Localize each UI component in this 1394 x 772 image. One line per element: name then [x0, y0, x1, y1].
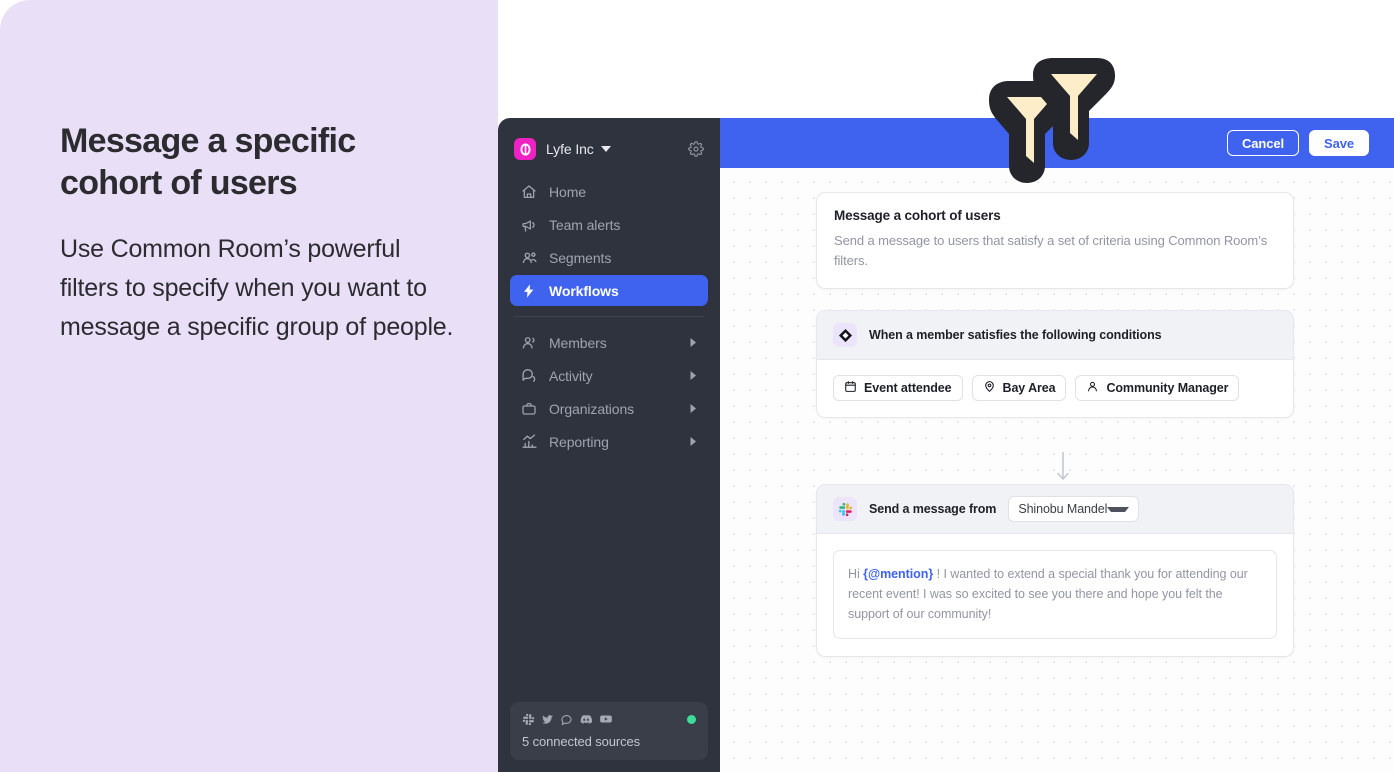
- sidebar-item-label: Organizations: [549, 400, 635, 417]
- workflow-description: Send a message to users that satisfy a s…: [834, 233, 1268, 268]
- trigger-card: When a member satisfies the following co…: [816, 310, 1294, 418]
- youtube-icon: [599, 712, 613, 726]
- arrow-down-icon: [1055, 451, 1071, 482]
- sidebar-item-label: Reporting: [549, 433, 609, 450]
- chevron-right-icon: [689, 436, 698, 447]
- sidebar-item-reporting[interactable]: Reporting: [510, 426, 708, 457]
- filter-chip-bay-area[interactable]: Bay Area: [971, 375, 1067, 401]
- filter-chip-event-attendee[interactable]: Event attendee: [833, 375, 963, 401]
- trigger-header: When a member satisfies the following co…: [817, 311, 1293, 360]
- chevron-down-icon: [1107, 506, 1130, 512]
- app-window: Lyfe Inc Home Team alerts Segments Workf…: [498, 118, 1394, 772]
- sidebar-item-label: Segments: [549, 249, 612, 266]
- sidebar-divider: [514, 316, 704, 317]
- workflow-canvas: Message a cohort of users Send a message…: [720, 168, 1394, 772]
- people-group-icon: [520, 249, 538, 267]
- main-content: Cancel Save Message a cohort of users Se…: [720, 118, 1394, 772]
- sidebar-item-label: Team alerts: [549, 216, 621, 233]
- sender-select-value: Shinobu Mandel: [1018, 502, 1108, 516]
- action-card: Send a message from Shinobu Mandel Hi {@…: [816, 484, 1294, 657]
- connected-sources-icons: [522, 712, 696, 726]
- twitter-icon: [541, 713, 554, 726]
- slack-icon: [833, 497, 857, 521]
- slack-icon: [522, 713, 535, 726]
- sidebar-item-organizations[interactable]: Organizations: [510, 393, 708, 424]
- online-status-dot: [687, 714, 696, 724]
- sidebar-item-team-alerts[interactable]: Team alerts: [510, 209, 708, 240]
- sidebar-item-segments[interactable]: Segments: [510, 242, 708, 273]
- location-pin-icon: [983, 380, 996, 396]
- sidebar-item-workflows[interactable]: Workflows: [510, 275, 708, 306]
- promo-panel: Message a specific cohort of users Use C…: [0, 0, 498, 772]
- trigger-title: When a member satisfies the following co…: [869, 328, 1162, 342]
- users-icon: [520, 334, 538, 352]
- chat-bubbles-icon: [520, 367, 538, 385]
- diamond-trigger-icon: [833, 323, 857, 347]
- calendar-icon: [844, 380, 857, 396]
- chat-icon: [560, 713, 573, 726]
- chevron-right-icon: [689, 403, 698, 414]
- sidebar-secondary-nav: Members Activity Organizations Reporting: [498, 327, 720, 457]
- promo-content: Message a specific cohort of users Use C…: [60, 120, 460, 347]
- sidebar-item-members[interactable]: Members: [510, 327, 708, 358]
- lyfe-inc-logo: [514, 138, 536, 160]
- chevron-right-icon: [689, 337, 698, 348]
- cancel-button[interactable]: Cancel: [1227, 130, 1300, 156]
- chevron-right-icon: [689, 370, 698, 381]
- workflow-header-card: Message a cohort of users Send a message…: [816, 192, 1294, 289]
- sidebar-item-label: Activity: [549, 367, 593, 384]
- page-root: Message a specific cohort of users Use C…: [0, 0, 1394, 772]
- sidebar-item-label: Home: [549, 183, 586, 200]
- sender-select[interactable]: Shinobu Mandel: [1008, 496, 1140, 522]
- filter-chip-label: Bay Area: [1002, 381, 1056, 395]
- home-icon: [520, 183, 538, 201]
- chevron-down-icon: [600, 146, 611, 152]
- megaphone-icon: [520, 216, 538, 234]
- sidebar-item-home[interactable]: Home: [510, 176, 708, 207]
- message-body-input[interactable]: Hi {@mention} ! I wanted to extend a spe…: [833, 550, 1277, 639]
- workspace-name: Lyfe Inc: [546, 141, 594, 157]
- sidebar-primary-nav: Home Team alerts Segments Workflows: [498, 176, 720, 306]
- workspace-switcher[interactable]: Lyfe Inc: [510, 132, 708, 166]
- gear-icon[interactable]: [688, 141, 704, 157]
- filter-chip-label: Event attendee: [864, 381, 952, 395]
- promo-body: Use Common Room’s powerful filters to sp…: [60, 235, 454, 341]
- action-title: Send a message from: [869, 502, 997, 516]
- sidebar-item-label: Members: [549, 334, 607, 351]
- briefcase-icon: [520, 400, 538, 418]
- person-icon: [1086, 380, 1099, 396]
- lightning-bolt-icon: [520, 282, 538, 300]
- connected-sources-card[interactable]: 5 connected sources: [510, 702, 708, 760]
- connected-sources-label: 5 connected sources: [522, 734, 641, 749]
- promo-title: Message a specific cohort of users: [60, 122, 356, 202]
- save-button[interactable]: Save: [1309, 130, 1369, 156]
- action-header: Send a message from Shinobu Mandel: [817, 485, 1293, 534]
- filter-chips-row: Event attendee Bay Area Community Manage…: [817, 360, 1293, 417]
- bar-chart-icon: [520, 433, 538, 451]
- message-prefix: Hi: [848, 567, 864, 581]
- message-body-text: Hi {@mention} ! I wanted to extend a spe…: [848, 564, 1262, 624]
- mention-token: {@mention}: [863, 567, 934, 581]
- filter-chip-label: Community Manager: [1106, 381, 1229, 395]
- filter-chip-community-manager[interactable]: Community Manager: [1075, 375, 1240, 401]
- discord-icon: [579, 712, 593, 726]
- sidebar: Lyfe Inc Home Team alerts Segments Workf…: [498, 118, 720, 772]
- sidebar-item-activity[interactable]: Activity: [510, 360, 708, 391]
- workflow-title: Message a cohort of users: [834, 208, 1001, 223]
- sidebar-item-label: Workflows: [549, 282, 619, 299]
- common-room-funnel-logo: [975, 56, 1127, 188]
